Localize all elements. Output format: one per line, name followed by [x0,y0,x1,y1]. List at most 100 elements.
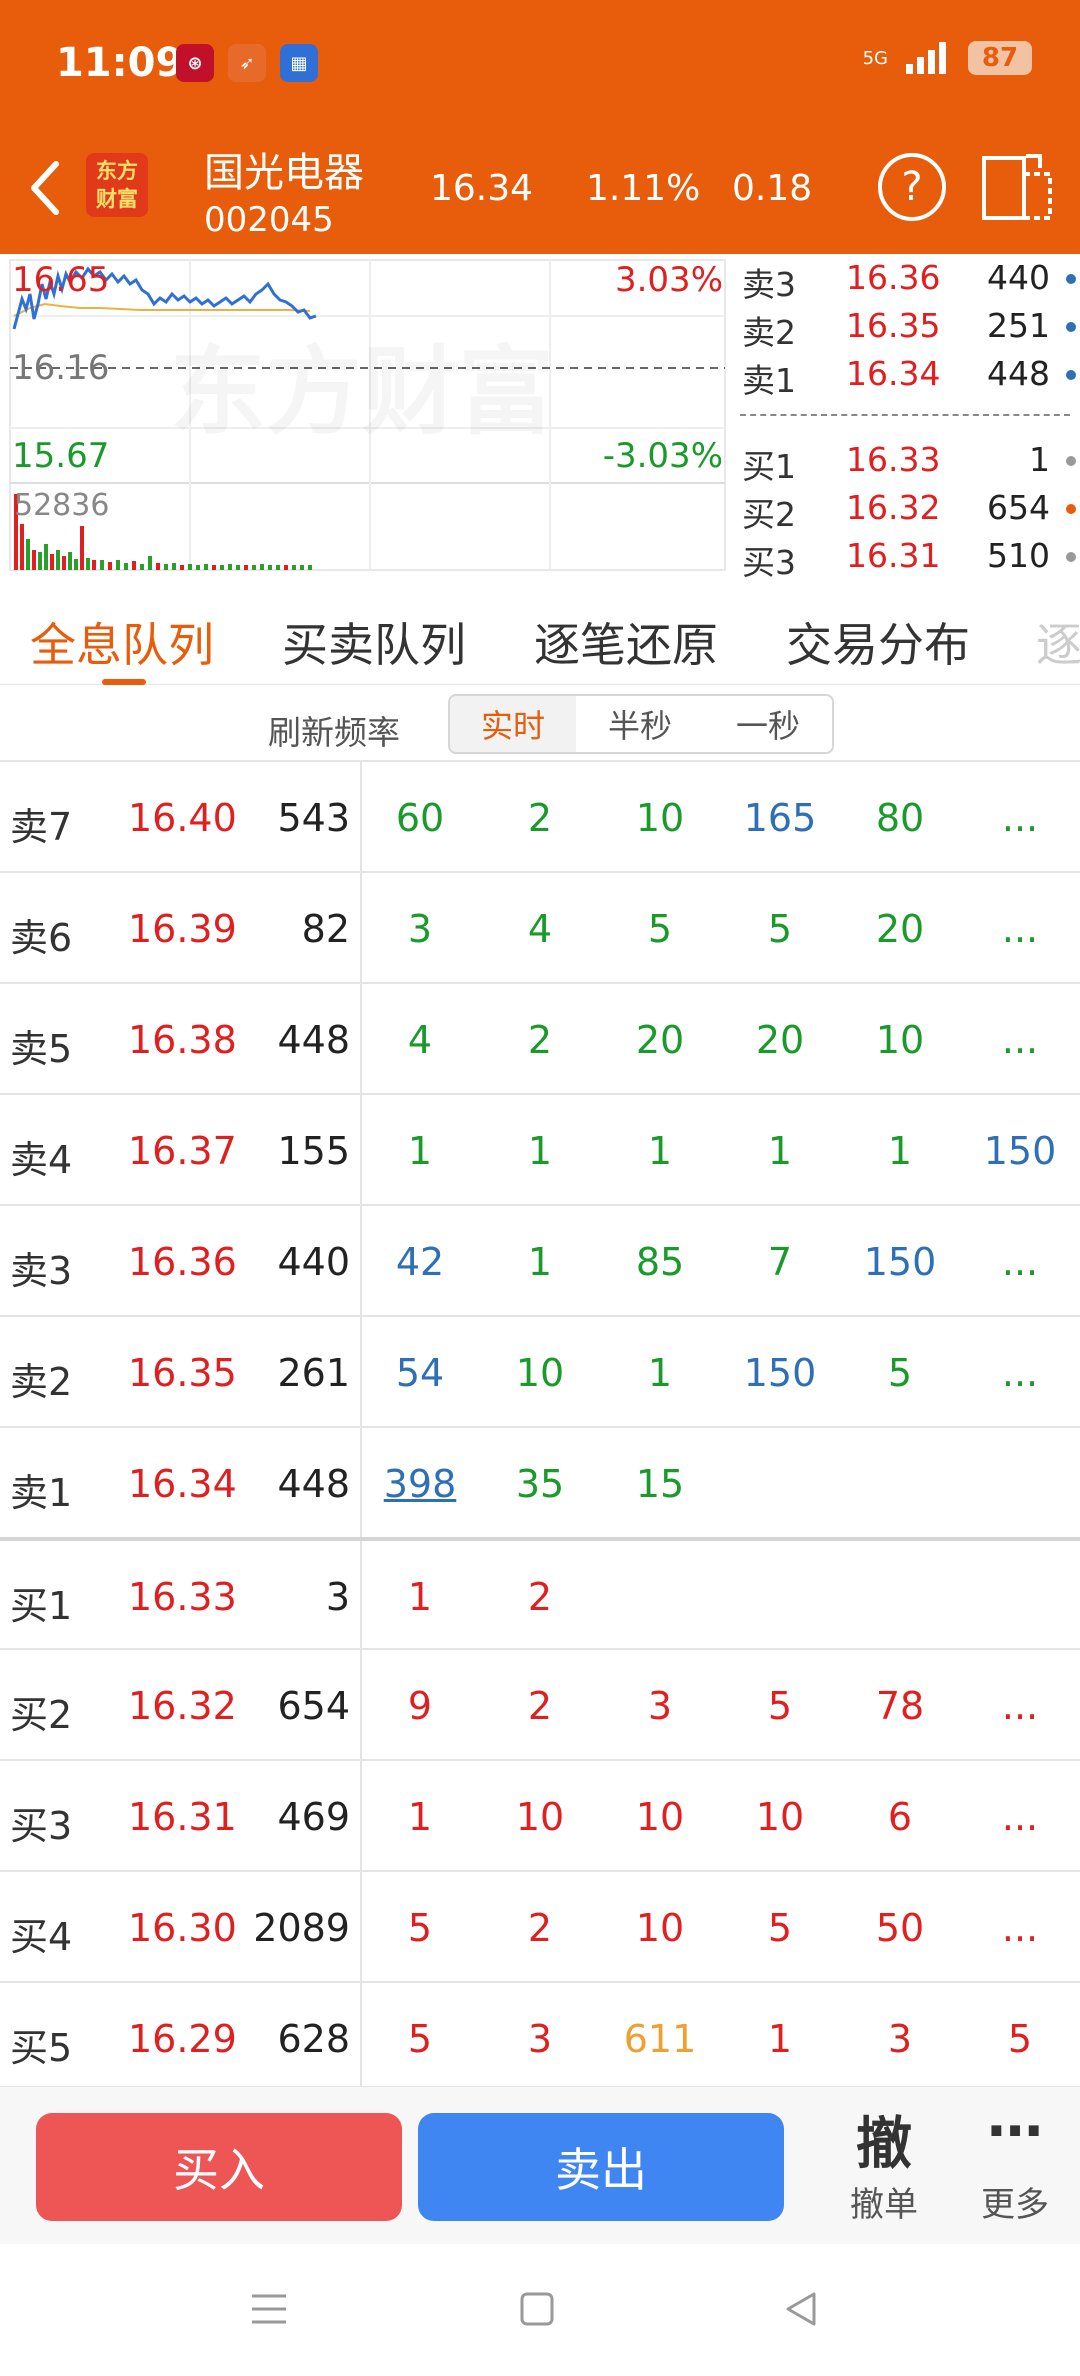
queue-order-size[interactable]: 150 [730,1351,830,1395]
queue-order-size[interactable]: ... [970,1018,1070,1062]
queue-order-size[interactable]: 5 [370,1906,470,1950]
queue-row[interactable]: 买5 16.29 628 5 3 611 1 3 5 [0,1981,1080,2092]
home-icon[interactable] [516,2288,558,2330]
refresh-one-second[interactable]: 一秒 [704,694,834,754]
queue-order-size[interactable]: 20 [610,1018,710,1062]
queue-order-size[interactable]: 3 [490,2017,590,2061]
queue-order-size[interactable]: 7 [730,1240,830,1284]
queue-order-size[interactable]: 10 [610,1906,710,1950]
queue-order-size[interactable]: 3 [370,907,470,951]
queue-order-size[interactable]: 10 [850,1018,950,1062]
queue-order-size[interactable]: ... [970,1795,1070,1839]
queue-order-size[interactable]: 9 [370,1684,470,1728]
queue-order-size[interactable]: 1 [370,1575,470,1619]
buy-button[interactable]: 买入 [36,2113,402,2221]
queue-order-size[interactable]: ... [970,796,1070,840]
cancel-order-button[interactable]: 撤 撤单 [824,2099,944,2226]
queue-order-size[interactable]: 4 [370,1018,470,1062]
switch-layout-icon[interactable] [980,152,1054,222]
queue-order-size[interactable]: 2 [490,1906,590,1950]
queue-row[interactable]: 卖4 16.37 155 1 1 1 1 1 150 [0,1093,1080,1204]
queue-order-size[interactable]: 20 [850,907,950,951]
queue-order-size[interactable]: 5 [730,1684,830,1728]
queue-order-size[interactable]: 5 [370,2017,470,2061]
queue-row[interactable]: 卖3 16.36 440 42 1 85 7 150... [0,1204,1080,1315]
queue-row[interactable]: 买1 16.33 3 1 2 [0,1537,1080,1648]
eastmoney-logo[interactable]: 东方 财富 [86,153,148,217]
tab-tick-restore[interactable]: 逐笔还原 [534,609,718,675]
queue-order-size[interactable]: 165 [730,796,830,840]
queue-order-size[interactable]: 3 [610,1684,710,1728]
queue-order-size[interactable]: 1 [610,1129,710,1173]
queue-order-size[interactable]: ... [970,907,1070,951]
queue-order-size[interactable]: 2 [490,1684,590,1728]
mini-orderbook[interactable]: 卖3 16.36 440 卖2 16.35 251 卖1 16.34 448 买… [740,254,1080,582]
queue-order-size[interactable]: 1 [730,1129,830,1173]
queue-order-size[interactable]: 50 [850,1906,950,1950]
queue-order-size[interactable]: 54 [370,1351,470,1395]
queue-order-size[interactable]: 6 [850,1795,950,1839]
queue-row[interactable]: 卖5 16.38 448 4 2 20 20 10... [0,982,1080,1093]
queue-order-size[interactable]: 1 [490,1240,590,1284]
queue-order-size[interactable]: 35 [490,1462,590,1506]
queue-order-size[interactable]: 42 [370,1240,470,1284]
queue-order-size[interactable]: ... [970,1906,1070,1950]
queue-order-size[interactable]: 1 [610,1351,710,1395]
queue-order-size[interactable]: 1 [850,1129,950,1173]
queue-order-size[interactable]: 10 [610,1795,710,1839]
sell-button[interactable]: 卖出 [418,2113,784,2221]
tab-more[interactable]: 逐 [1036,609,1080,675]
queue-row[interactable]: 卖2 16.35 261 54 10 1 150 5... [0,1315,1080,1426]
queue-order-size[interactable]: 5 [730,907,830,951]
queue-row[interactable]: 卖7 16.40 543 60 2 10 165 80... [0,760,1080,871]
queue-order-size[interactable]: 150 [970,1129,1070,1173]
help-icon[interactable]: ? [878,153,946,221]
queue-order-size[interactable]: 2 [490,796,590,840]
queue-order-size[interactable]: 10 [490,1795,590,1839]
menu-icon[interactable] [248,2288,290,2330]
queue-order-size[interactable]: 78 [850,1684,950,1728]
queue-order-size[interactable]: 5 [610,907,710,951]
queue-order-size[interactable]: 150 [850,1240,950,1284]
queue-order-size[interactable]: 1 [490,1129,590,1173]
queue-order-size[interactable]: ... [970,1684,1070,1728]
queue-row[interactable]: 卖6 16.39 82 3 4 5 5 20... [0,871,1080,982]
queue-order-size[interactable]: 1 [370,1129,470,1173]
queue-order-size[interactable]: 5 [970,2017,1070,2061]
stock-name[interactable]: 国光电器 [204,140,364,198]
refresh-realtime[interactable]: 实时 [448,694,578,754]
queue-order-size[interactable]: 3 [850,2017,950,2061]
queue-row[interactable]: 卖1 16.34 448 398 35 15 [0,1426,1080,1537]
queue-order-size[interactable]: 80 [850,796,950,840]
tab-bid-ask-queue[interactable]: 买卖队列 [282,609,466,675]
queue-order-size[interactable]: 1 [730,2017,830,2061]
queue-order-size[interactable]: 10 [490,1351,590,1395]
queue-order-size[interactable]: 85 [610,1240,710,1284]
queue-order-size[interactable]: 4 [490,907,590,951]
more-button[interactable]: ⋯ 更多 [955,2099,1075,2226]
queue-order-size[interactable]: 15 [610,1462,710,1506]
back-nav-icon[interactable] [780,2288,822,2330]
tab-trade-distribution[interactable]: 交易分布 [786,609,970,675]
queue-order-size[interactable]: 1 [370,1795,470,1839]
queue-row[interactable]: 买2 16.32 654 9 2 3 5 78... [0,1648,1080,1759]
queue-order-size[interactable]: 2 [490,1018,590,1062]
queue-order-size[interactable]: 10 [610,796,710,840]
queue-order-size[interactable]: 398 [370,1462,470,1506]
refresh-half-second[interactable]: 半秒 [576,694,706,754]
queue-order-size[interactable]: ... [970,1240,1070,1284]
chart-low-pct: -3.03% [602,436,723,476]
queue-order-size[interactable]: 10 [730,1795,830,1839]
queue-order-size[interactable]: 60 [370,796,470,840]
queue-order-size[interactable]: 5 [730,1906,830,1950]
back-arrow-icon[interactable] [26,158,66,218]
queue-order-size[interactable]: 2 [490,1575,590,1619]
queue-row[interactable]: 买4 16.30 2089 5 2 10 5 50... [0,1870,1080,1981]
queue-order-size[interactable]: ... [970,1351,1070,1395]
queue-order-size[interactable]: 611 [610,2017,710,2061]
tab-full-queue[interactable]: 全息队列 [30,609,214,675]
intraday-chart[interactable]: 东方财富 16.65 3.03% 16.16 15.67 -3.03% 5283… [0,254,735,580]
queue-row[interactable]: 买3 16.31 469 1 10 10 10 6... [0,1759,1080,1870]
queue-order-size[interactable]: 20 [730,1018,830,1062]
queue-order-size[interactable]: 5 [850,1351,950,1395]
